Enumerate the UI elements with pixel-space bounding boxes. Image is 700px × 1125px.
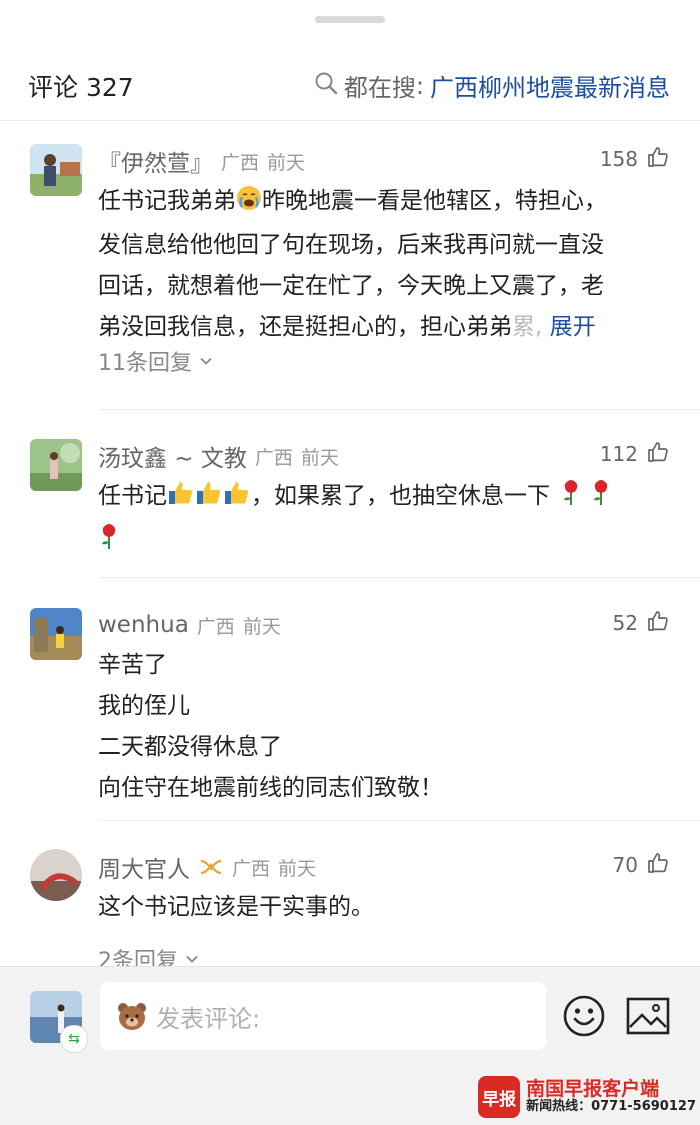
user-name[interactable]: wenhua <box>98 612 189 638</box>
watermark-title: 南国早报客户端 <box>526 1078 660 1101</box>
user-region: 广西 <box>232 857 271 880</box>
trending-search[interactable]: 都在搜 : 广西柳州地震最新消息 <box>314 68 670 103</box>
newspaper-logo: 早报 <box>478 1076 521 1118</box>
search-separator: : <box>415 71 424 100</box>
comment-meta: wenhua 广西 前天 <box>98 607 281 643</box>
newspaper-watermark: 早报 南国早报客户端 新闻热线：0771-5690127 <box>478 1074 696 1120</box>
comment-line: 弟没回我信息，还是挺担心的，担心弟弟 <box>98 314 512 340</box>
search-icon <box>314 71 338 101</box>
comment-text: 任书记我弟弟 昨晚地震一看是他辖区，特担心， 发信息给他他回了句在现场，后来我再问… <box>98 181 668 348</box>
like-button[interactable]: 70 <box>613 851 670 879</box>
rose-emoji-icon <box>590 478 612 520</box>
thumbs-up-icon <box>646 145 670 173</box>
like-count: 158 <box>599 147 638 171</box>
comment-time: 前天 <box>278 857 317 880</box>
watermark-hotline: 新闻热线：0771-5690127 <box>526 1099 696 1115</box>
comment-line: 这个书记应该是干实事的。 <box>98 894 374 920</box>
like-count: 70 <box>612 853 638 877</box>
comment-line: 辛苦了 <box>98 652 167 678</box>
thumbs-up-emoji-icon <box>223 479 251 520</box>
comment-line: ，如果累了，也抽空休息一下 <box>251 483 550 509</box>
thumbs-up-icon <box>646 440 670 468</box>
user-name[interactable]: 汤玟鑫 ~ 文教 <box>98 439 247 473</box>
user-name[interactable]: 『伊然萱』 <box>98 144 213 178</box>
like-count: 52 <box>612 611 638 635</box>
comment-divider <box>98 820 700 821</box>
replies-toggle[interactable]: 11条回复 <box>98 345 214 377</box>
comment-line: 回话，就想着他一定在忙了，今天晚上又震了，老 <box>98 273 604 299</box>
like-button[interactable]: 112 <box>600 440 670 468</box>
avatar[interactable] <box>30 439 82 491</box>
comment-placeholder: 发表评论: <box>156 1004 261 1033</box>
comments-header: 评论 327 都在搜 : 广西柳州地震最新消息 <box>0 50 700 120</box>
comment-line: 任书记我弟弟 <box>98 188 236 214</box>
vip-badge-icon <box>198 857 224 877</box>
user-name[interactable]: 周大官人 <box>98 850 190 884</box>
header-divider <box>0 120 700 121</box>
user-region: 广西 <box>196 615 235 638</box>
bear-emoji-icon <box>116 1001 148 1031</box>
like-button[interactable]: 52 <box>613 609 670 637</box>
like-button[interactable]: 158 <box>600 145 670 173</box>
comment-meta: 『伊然萱』 广西 前天 <box>98 143 305 179</box>
truncated-text: 累 <box>512 314 535 340</box>
comment-time: 前天 <box>267 151 306 174</box>
comment-text: 任书记 ，如果累了，也抽空休息一下 <box>98 476 668 564</box>
thumbs-up-icon <box>646 851 670 879</box>
comment-time: 前天 <box>242 615 281 638</box>
image-icon[interactable] <box>626 997 670 1039</box>
comment-count-title: 评论 327 <box>28 73 134 102</box>
comment-line: 二天都没得休息了 <box>98 734 282 760</box>
comment-line: 向住守在地震前线的同志们致敬！ <box>98 775 443 801</box>
comment-meta: 周大官人 广西 前天 <box>98 849 316 885</box>
comment-divider <box>98 577 700 578</box>
expand-link[interactable]: 展开 <box>550 314 596 340</box>
comment-text: 辛苦了 我的侄儿 二天都没得休息了 向住守在地震前线的同志们致敬！ <box>98 645 668 809</box>
search-term-link[interactable]: 广西柳州地震最新消息 <box>430 68 670 103</box>
avatar[interactable] <box>30 144 82 196</box>
rose-emoji-icon <box>98 522 120 564</box>
comment-input[interactable]: 发表评论: <box>100 982 546 1050</box>
smiley-icon[interactable] <box>562 994 606 1042</box>
switch-account-icon[interactable]: ⇆ <box>60 1025 88 1053</box>
thumbs-up-emoji-icon <box>167 479 195 520</box>
thumbs-up-icon <box>646 609 670 637</box>
comment-text: 这个书记应该是干实事的。 <box>98 887 668 928</box>
avatar[interactable] <box>30 849 82 901</box>
chevron-down-icon <box>184 951 200 967</box>
replies-count: 11条回复 <box>98 351 192 376</box>
search-prefix-label: 都在搜 <box>343 74 416 102</box>
comment-line: 昨晚地震一看是他辖区，特担心， <box>262 188 607 214</box>
drag-handle[interactable] <box>315 16 385 23</box>
comment-line: 我的侄儿 <box>98 693 190 719</box>
thumbs-up-emoji-icon <box>195 479 223 520</box>
user-region: 广西 <box>221 151 260 174</box>
comment-divider <box>98 409 700 410</box>
crying-emoji-icon <box>236 184 262 225</box>
comment-meta: 汤玟鑫 ~ 文教 广西 前天 <box>98 438 339 474</box>
avatar[interactable] <box>30 608 82 660</box>
comment-line: 任书记 <box>98 483 167 509</box>
like-count: 112 <box>599 442 638 466</box>
chevron-down-icon <box>198 353 214 369</box>
rose-emoji-icon <box>560 478 582 520</box>
comment-time: 前天 <box>300 446 339 469</box>
user-region: 广西 <box>254 446 293 469</box>
comment-line: 发信息给他他回了句在现场，后来我再问就一直没 <box>98 232 604 258</box>
